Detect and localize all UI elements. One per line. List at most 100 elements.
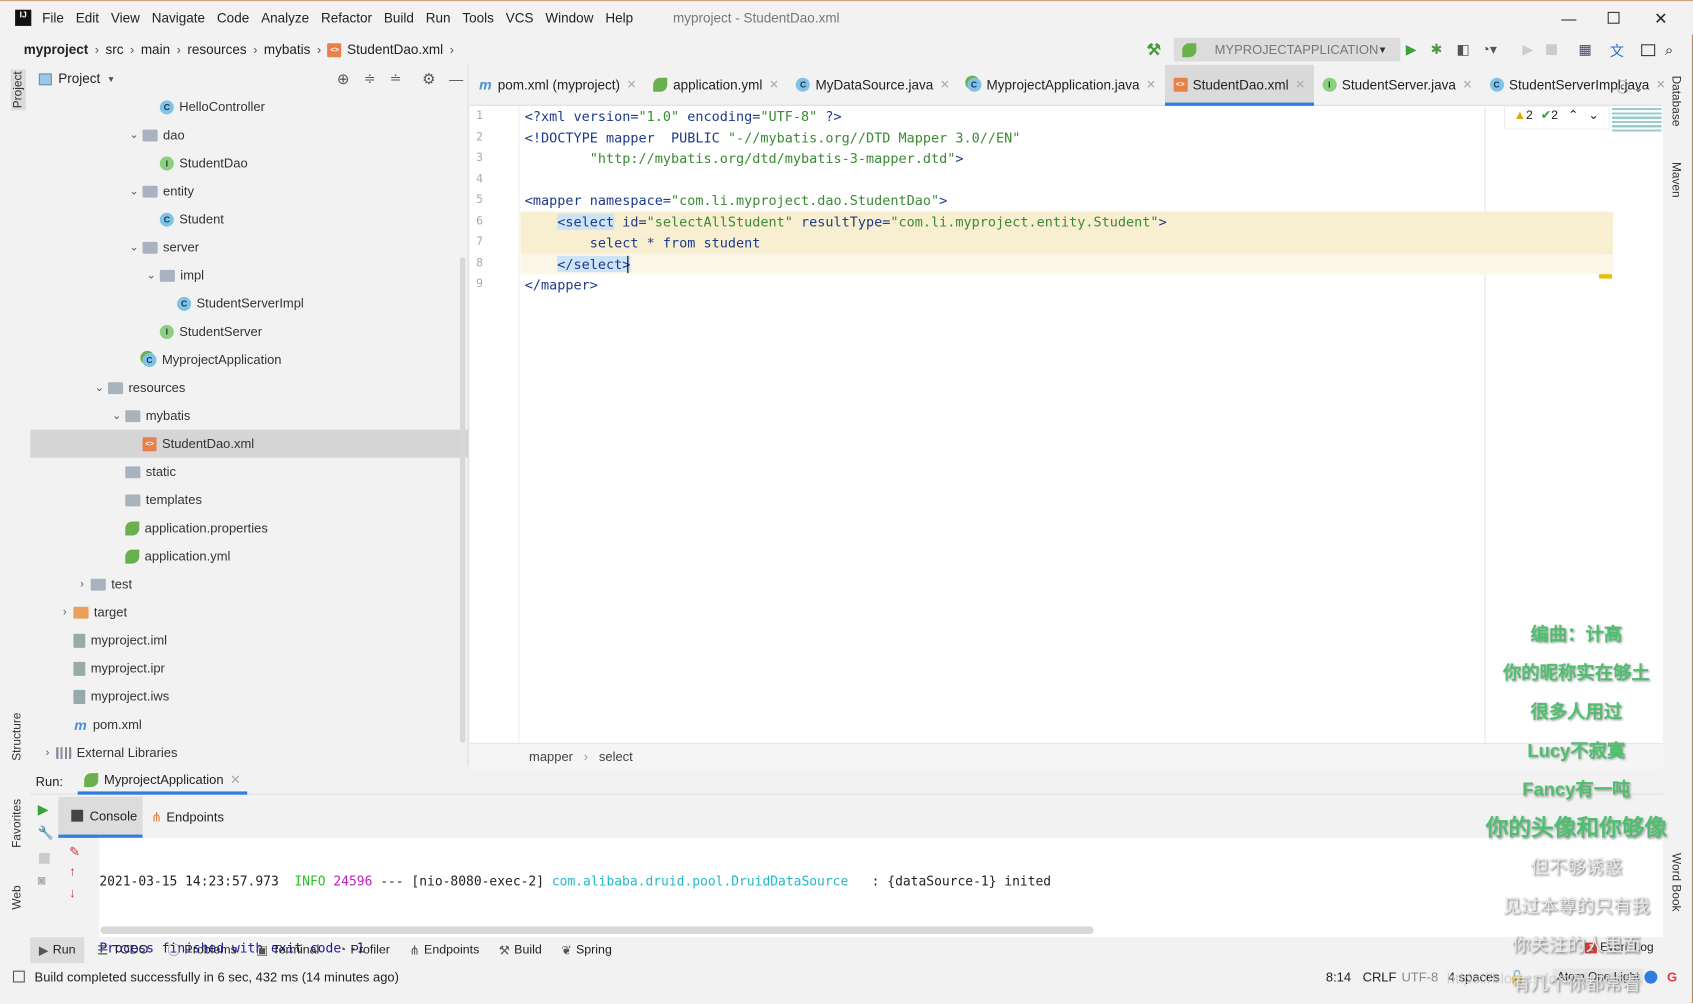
chevron-down-icon[interactable]: ⌄ [125,129,142,141]
tree-item[interactable]: › target [30,598,468,626]
menu-refactor[interactable]: Refactor [321,10,372,25]
menu-edit[interactable]: Edit [76,10,99,25]
chevron-down-icon[interactable]: ⌄ [143,269,160,281]
rerun-icon[interactable]: ▶ [38,801,59,818]
tree-item[interactable]: ⌄ mybatis [30,402,468,430]
breadcrumb-item[interactable]: resources [187,42,246,57]
up-arrow-icon[interactable]: ↑ [69,864,99,879]
tree-item[interactable]: › External Libraries [30,739,468,767]
resume-icon[interactable]: ▶ [1522,41,1533,58]
profiler-icon[interactable]: ◔▾ [1481,41,1497,58]
tree-item[interactable]: templates [30,486,468,514]
web-tool-button[interactable]: Web [11,885,24,909]
hide-panel-icon[interactable]: — [449,71,463,87]
tool-tab-endpoints[interactable]: ⋔ Endpoints [409,943,479,958]
menu-analyze[interactable]: Analyze [261,10,309,25]
menu-build[interactable]: Build [384,10,414,25]
terminal-window-icon[interactable] [1641,43,1656,56]
editor-tab[interactable]: C MyprojectApplication.java ✕ [958,64,1164,105]
database-tool-button[interactable]: Database [1669,76,1682,127]
chevron-down-icon[interactable]: ▼ [107,74,116,84]
translate-icon[interactable]: 文 [1610,39,1624,60]
caret-position[interactable]: 8:14 [1326,969,1351,984]
tree-item[interactable]: I StudentServer [30,317,468,345]
tree-item[interactable]: m pom.xml [30,710,468,738]
maximize-button[interactable] [1607,11,1620,24]
wrench-icon[interactable]: 🔧 [38,825,59,840]
prev-highlight-icon[interactable]: ⌃ [1568,109,1578,122]
breadcrumb-item[interactable]: myproject [24,42,89,57]
menu-file[interactable]: File [42,10,64,25]
tree-item[interactable]: ⌄ resources [30,374,468,402]
console-tab[interactable]: Console [58,796,143,838]
project-view-dropdown[interactable]: Project [58,71,100,86]
search-icon[interactable]: ⌕ [1665,40,1673,58]
chevron-down-icon[interactable]: ⌄ [108,410,125,422]
menu-navigate[interactable]: Navigate [152,10,205,25]
stop-icon[interactable] [38,852,50,864]
editor-tab[interactable]: application.yml ✕ [645,64,787,105]
tool-tab-problems[interactable]: ⓘ Problems [168,941,237,958]
clear-console-icon[interactable]: ✎ [69,844,99,859]
line-separator[interactable]: CRLF [1363,969,1397,984]
maven-tool-button[interactable]: Maven [1669,162,1682,198]
tree-item[interactable]: application.properties [30,514,468,542]
chevron-down-icon[interactable]: ⌄ [125,185,142,197]
tool-tab-terminal[interactable]: ▣ Terminal [256,943,319,958]
tree-item[interactable]: myproject.ipr [30,654,468,682]
close-button[interactable]: ✕ [1654,8,1668,27]
chevron-down-icon[interactable]: ⌄ [125,241,142,253]
close-tab-icon[interactable]: ✕ [230,772,241,787]
expand-all-icon[interactable]: ≑ [364,70,376,87]
tool-tab-spring[interactable]: ❦ Spring [561,943,612,958]
breadcrumb-item[interactable]: main [141,42,170,57]
menu-run[interactable]: Run [426,10,451,25]
close-tab-icon[interactable]: ✕ [1146,78,1156,92]
console-output[interactable]: 2021-03-15 14:23:57.973 INFO 24596 --- [… [99,837,1663,956]
tree-item[interactable]: myproject.iws [30,682,468,710]
editor-tab[interactable]: C StudentServerImpl.java ✕ [1481,64,1674,105]
tree-item[interactable]: <> StudentDao.xml [30,429,469,458]
chevron-down-icon[interactable]: ⌄ [91,382,108,394]
close-tab-icon[interactable]: ✕ [1462,78,1472,92]
tree-item[interactable]: ⌄ impl [30,261,468,289]
tree-item[interactable]: C HelloController [30,93,468,121]
menu-vcs[interactable]: VCS [506,10,534,25]
chevron-right-icon[interactable]: › [39,747,56,759]
debug-icon[interactable]: ✱ [1431,41,1443,58]
down-arrow-icon[interactable]: ↓ [69,885,99,900]
tree-item[interactable]: C MyprojectApplication [30,346,468,374]
next-highlight-icon[interactable]: ⌄ [1588,109,1598,122]
inspection-widget[interactable]: ▲2 ✔2 ⌃ ⌄ [1504,105,1610,130]
close-tab-icon[interactable]: ✕ [940,78,950,92]
minimize-button[interactable]: — [1561,9,1576,26]
run-config-dropdown[interactable]: MYPROJECTAPPLICATION ▼ [1173,37,1401,62]
tool-tab-profiler[interactable]: ◔ Profiler [339,944,390,957]
run-config-tab[interactable]: MyprojectApplication ✕ [78,768,248,795]
build-hammer-icon[interactable]: ⚒ [1147,40,1162,59]
locate-icon[interactable]: ⊕ [337,70,350,88]
tree-item[interactable]: C Student [30,205,468,233]
editor-tab[interactable]: <> StudentDao.xml ✕ [1164,64,1314,106]
tree-item[interactable]: static [30,458,468,486]
more-tabs-icon[interactable]: ⓒ ⌄ [1616,78,1643,96]
close-tab-icon[interactable]: ✕ [769,78,779,92]
tool-tab-run[interactable]: ▶ Run [30,937,85,964]
breadcrumb-item[interactable]: src [106,42,124,57]
tree-item[interactable]: C StudentServerImpl [30,289,468,317]
editor-tab[interactable]: C MyDataSource.java ✕ [787,64,958,105]
menu-view[interactable]: View [111,10,140,25]
breadcrumb-item[interactable]: StudentDao.xml [347,42,443,57]
project-tool-button[interactable]: Project [10,69,26,111]
console-horizontal-scrollbar[interactable] [100,926,1094,934]
tool-tab-todo[interactable]: ☰ TODO [97,943,148,958]
tree-item[interactable]: › test [30,570,468,598]
collapse-all-icon[interactable]: ≐ [390,70,402,87]
structure-tool-button[interactable]: Structure [11,713,24,761]
stop-icon[interactable] [1546,44,1557,56]
chevron-right-icon[interactable]: › [73,578,90,590]
file-encoding[interactable]: UTF-8 [1401,969,1438,984]
menu-tools[interactable]: Tools [462,10,494,25]
favorites-tool-button[interactable]: Favorites [11,799,24,848]
tree-item[interactable]: application.yml [30,542,468,570]
